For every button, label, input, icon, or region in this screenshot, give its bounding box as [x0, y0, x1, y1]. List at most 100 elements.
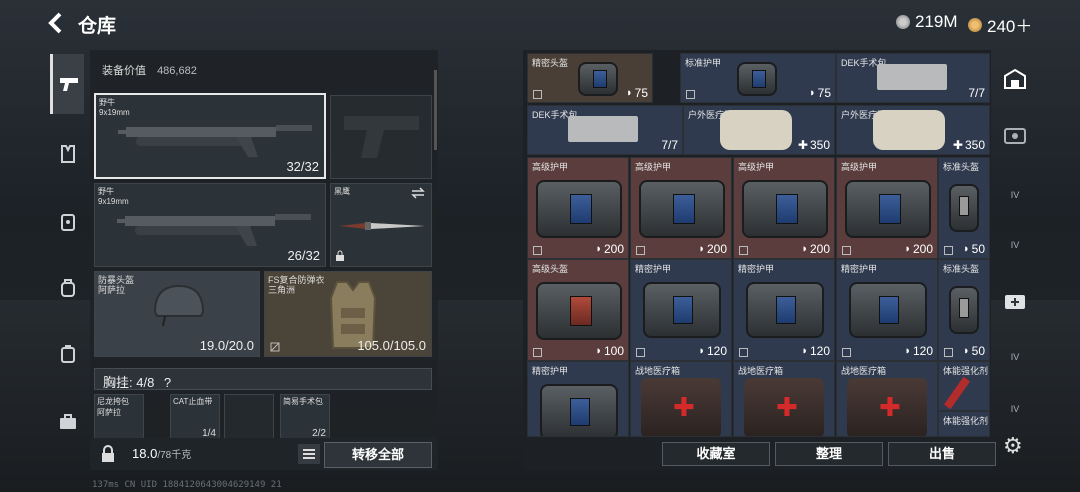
shield-icon: ◗: [595, 345, 602, 357]
shield-icon: ◗: [904, 243, 911, 255]
storage-item[interactable]: 高级护甲 ◗ 200: [630, 157, 732, 259]
equipment-value-label: 装备价值: [102, 65, 146, 77]
storage-tab-7[interactable]: IV: [1000, 394, 1030, 424]
storage-item[interactable]: 标准护甲 ◗ 75: [680, 53, 836, 103]
plus-icon: ✚: [797, 138, 808, 152]
unlock-icon: [533, 90, 542, 99]
pistol-slot-empty[interactable]: [330, 95, 432, 179]
item-hp: ✚ 350: [797, 138, 830, 152]
transfer-all-button[interactable]: 转移全部: [324, 442, 432, 468]
category-weapon[interactable]: [50, 54, 84, 114]
storage-tab-4[interactable]: IV: [1000, 230, 1030, 260]
armor-slot[interactable]: FS复合防弹衣 三角洲 105.0/105.0: [264, 271, 432, 357]
storage-item[interactable]: 精密护甲 ◗ 120: [733, 259, 835, 361]
storage-item[interactable]: 战地医疗箱 ✚: [733, 361, 835, 437]
storage-item[interactable]: 标准头盔 ◗ 50: [938, 259, 990, 361]
storage-tab-5[interactable]: [1000, 286, 1030, 316]
storage-item[interactable]: 户外医疗箱 ✚ 350: [836, 105, 990, 155]
storage-item[interactable]: DEK手术包 7/7: [836, 53, 990, 103]
chest-item-4[interactable]: 简易手术包 2/2: [280, 394, 330, 440]
storage-item[interactable]: 体能强化剂: [938, 411, 990, 437]
shield-icon: ◗: [962, 243, 970, 255]
storage-tab-6[interactable]: IV: [1000, 342, 1030, 372]
unlock-icon: [842, 246, 851, 255]
lock-icon[interactable]: [100, 445, 116, 463]
item-durability: ◗ 200: [904, 242, 933, 256]
item-hp: ✚ 350: [952, 138, 985, 152]
primary-weapon-slot[interactable]: 野牛 9x19mm 32/32: [94, 93, 326, 179]
settings-gear-icon[interactable]: ⚙: [1003, 433, 1027, 458]
shield-icon: ◗: [808, 87, 816, 99]
unlock-icon: [533, 246, 542, 255]
helmet-bag-icon: [949, 184, 979, 232]
storage-item[interactable]: 精密护甲: [527, 361, 629, 437]
chest-item-3[interactable]: [224, 394, 274, 440]
add-tab-icon: [1005, 295, 1025, 309]
secondary-weapon-ammo: 26/32: [287, 248, 320, 263]
item-name: 精密护甲: [635, 264, 672, 274]
storage-item[interactable]: 高级护甲 ◗ 200: [527, 157, 629, 259]
storage-item[interactable]: 战地医疗箱 ✚: [630, 361, 732, 437]
unlock-icon: [944, 246, 953, 255]
container-icon: [61, 345, 75, 363]
item-durability: ◗ 200: [595, 242, 624, 256]
chest-item-2[interactable]: CAT止血带 1/4: [170, 394, 220, 440]
storage-item[interactable]: 精密头盔 ◗ 75: [527, 53, 653, 103]
storage-item[interactable]: 体能强化剂: [938, 361, 990, 411]
item-durability: ◗ 75: [808, 86, 831, 100]
category-container[interactable]: [52, 334, 84, 374]
storage-item[interactable]: 精密护甲 ◗ 120: [836, 259, 938, 361]
sell-button[interactable]: 出售: [888, 442, 996, 466]
storage-item[interactable]: 精密护甲 ◗ 120: [630, 259, 732, 361]
collection-room-button[interactable]: 收藏室: [662, 442, 770, 466]
swap-icon[interactable]: [411, 187, 425, 199]
storage-tab-main[interactable]: [1000, 64, 1030, 94]
storage-item[interactable]: DEK手术包 7/7: [527, 105, 683, 155]
storage-item[interactable]: 高级护甲 ◗ 200: [836, 157, 938, 259]
storage-item[interactable]: 高级护甲 ◗ 200: [733, 157, 835, 259]
item-name: 高级护甲: [635, 162, 672, 172]
category-backpack[interactable]: [52, 268, 84, 308]
gold-currency[interactable]: 240＋: [968, 12, 1032, 37]
helmet-slot[interactable]: 防暴头盔 阿萨拉 19.0/20.0: [94, 271, 260, 357]
help-icon[interactable]: ?: [164, 375, 171, 390]
silver-amount: 219M: [915, 12, 958, 31]
storage-tab-2[interactable]: [1000, 120, 1030, 150]
unlock-icon: [944, 348, 953, 357]
equipment-scrollbar[interactable]: [434, 70, 437, 150]
item-durability: ◗ 120: [698, 344, 727, 358]
unlock-icon: [636, 246, 645, 255]
chest-item-sub: 阿萨拉: [97, 408, 121, 417]
category-vest[interactable]: [52, 134, 84, 174]
chest-item-1[interactable]: 尼龙挎包 阿萨拉: [94, 394, 144, 440]
storage-tab-3[interactable]: IV: [1000, 180, 1030, 210]
helmet-bag-icon: [536, 282, 622, 340]
shield-icon: ◗: [698, 345, 705, 357]
storage-item[interactable]: 高级头盔 ◗ 100: [527, 259, 629, 361]
category-bar: [46, 50, 88, 480]
storage-item[interactable]: 战地医疗箱 ✚: [836, 361, 938, 437]
melee-slot[interactable]: 黑鹰: [330, 183, 432, 267]
smg-icon: [118, 125, 312, 157]
storage-item[interactable]: 标准头盔 ◗ 50: [938, 157, 990, 259]
list-view-button[interactable]: [298, 444, 320, 464]
silver-currency[interactable]: 219M: [896, 12, 958, 32]
field-medkit-icon: ✚: [744, 378, 824, 436]
gold-amount: 240＋: [987, 17, 1033, 36]
category-armor[interactable]: [52, 202, 84, 242]
category-case[interactable]: [52, 402, 84, 442]
armor-icon: [61, 214, 75, 231]
item-name: 精密护甲: [532, 366, 569, 376]
back-button[interactable]: [44, 10, 70, 36]
surgical-kit-icon: [877, 64, 947, 90]
secondary-weapon-slot[interactable]: 野牛 9x19mm 26/32: [94, 183, 326, 267]
armor-bag-icon: [540, 384, 618, 436]
unlock-icon: [842, 348, 851, 357]
shield-icon: ◗: [801, 345, 808, 357]
sort-button[interactable]: 整理: [775, 442, 883, 466]
shield-icon: ◗: [904, 345, 911, 357]
chest-item-name: CAT止血带: [173, 397, 213, 406]
storage-item[interactable]: 户外医疗箱 ✚ 350: [683, 105, 835, 155]
debug-info: 137ms CN UID 1884120643004629149 21: [92, 480, 282, 490]
item-name: 标准护甲: [685, 58, 722, 68]
